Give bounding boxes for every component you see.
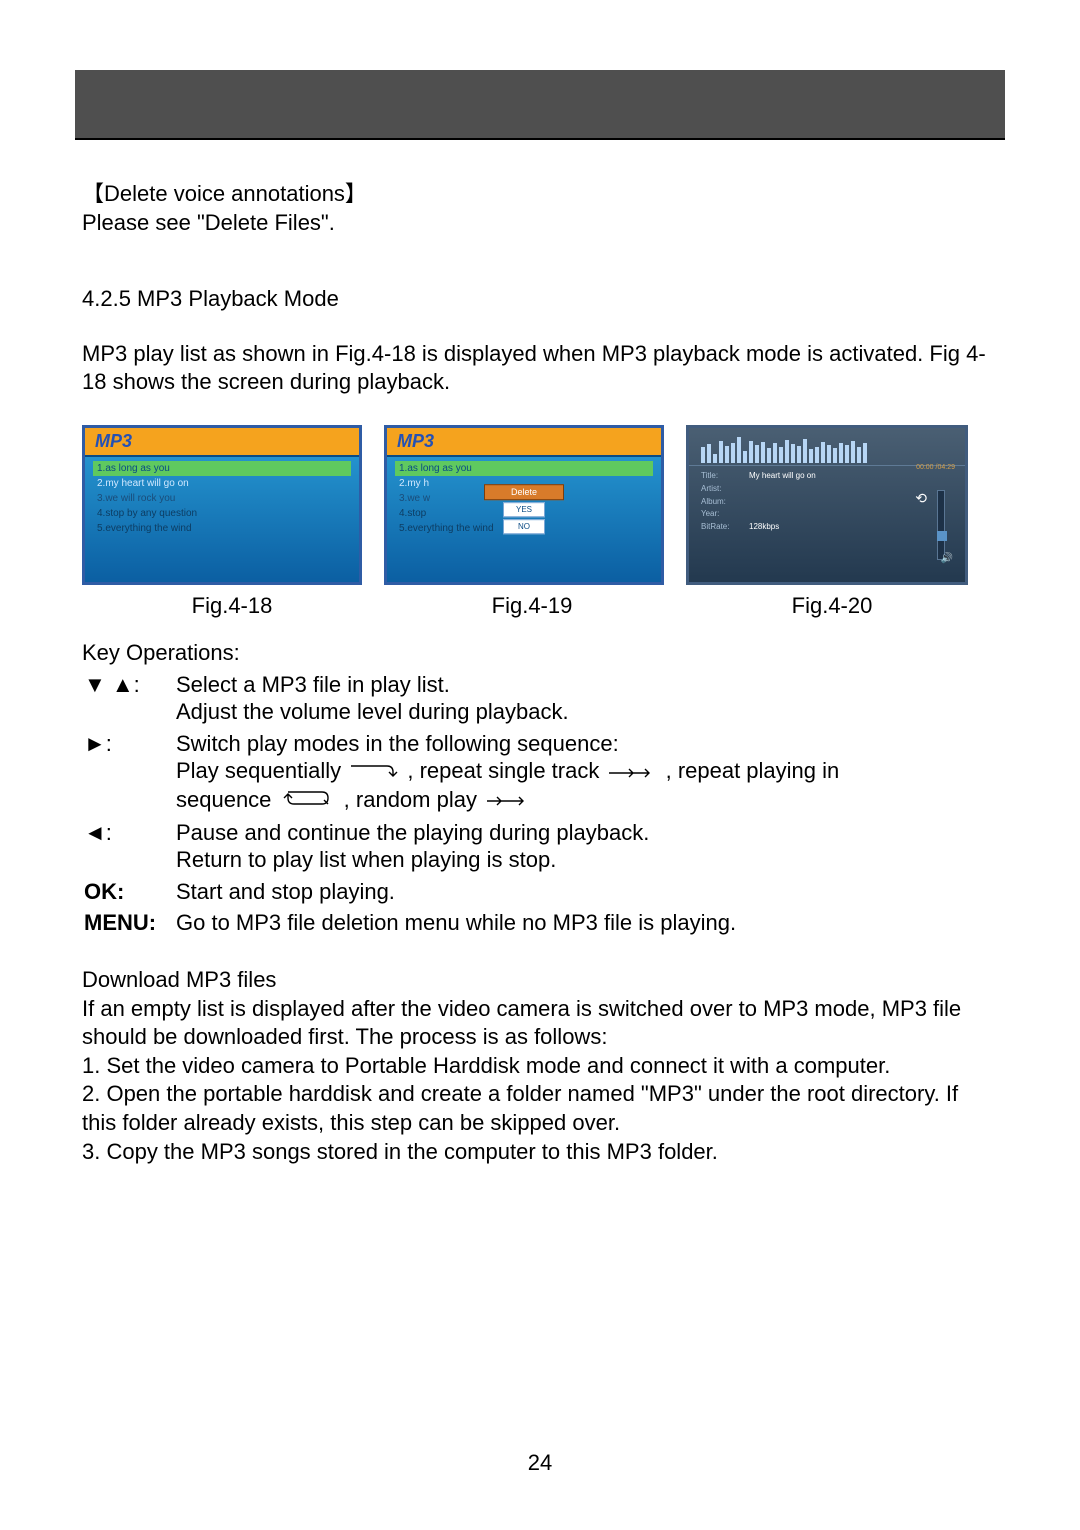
key-description: Select a MP3 file in play list. Adjust t…	[176, 670, 839, 727]
table-row: MENU: Go to MP3 file deletion menu while…	[84, 908, 839, 938]
figure-4-19: MP3 1.as long as you 2.my h 3.we w 4.sto…	[384, 425, 664, 585]
caption: Fig.4-18	[82, 593, 382, 619]
page-content: 【Delete voice annotations】 Please see "D…	[82, 180, 997, 1166]
download-step: 2. Open the portable harddisk and create…	[82, 1080, 997, 1137]
table-row: ►: Switch play modes in the following se…	[84, 729, 839, 816]
topic-title: 【Delete voice annotations】	[82, 180, 997, 209]
repeat-sequence-icon	[278, 787, 338, 815]
repeat-single-icon	[605, 759, 659, 787]
mp3-title: MP3	[85, 428, 359, 457]
meta-key: Album:	[701, 496, 749, 509]
key-description: Switch play modes in the following seque…	[176, 729, 839, 816]
table-row: OK: Start and stop playing.	[84, 877, 839, 907]
key-description: Pause and continue the playing during pl…	[176, 818, 839, 875]
meta-key: Year:	[701, 508, 749, 521]
list-item: 4.stop by any question	[93, 506, 351, 521]
caption: Fig.4-20	[682, 593, 982, 619]
key-symbol: OK:	[84, 877, 174, 907]
yes-button[interactable]: YES	[503, 502, 545, 517]
key-symbol: ▼ ▲:	[84, 670, 174, 727]
key-operations-table: ▼ ▲: Select a MP3 file in play list. Adj…	[82, 668, 841, 940]
playback-time: 00:00 /04:29	[916, 464, 955, 471]
loop-icon: ⟲	[915, 490, 927, 507]
key-symbol: ◄:	[84, 818, 174, 875]
text: Return to play list when playing is stop…	[176, 847, 556, 872]
mp3-title: MP3	[387, 428, 661, 457]
meta-val: 128kbps	[749, 521, 779, 534]
list-item: 1.as long as you	[93, 461, 351, 476]
text: , repeat single track	[407, 758, 599, 783]
delete-dialog: Delete YES NO	[484, 484, 564, 536]
table-row: ▼ ▲: Select a MP3 file in play list. Adj…	[84, 670, 839, 727]
text: MENU:	[84, 910, 156, 935]
section-description: MP3 play list as shown in Fig.4-18 is di…	[82, 340, 997, 397]
table-row: ◄: Pause and continue the playing during…	[84, 818, 839, 875]
meta-key: BitRate:	[701, 521, 749, 534]
list-item: 3.we will rock you	[93, 491, 351, 506]
text: Select a MP3 file in play list.	[176, 672, 450, 697]
download-step: 3. Copy the MP3 songs stored in the comp…	[82, 1138, 997, 1167]
caption: Fig.4-19	[382, 593, 682, 619]
page-number: 24	[0, 1450, 1080, 1476]
no-button[interactable]: NO	[503, 519, 545, 534]
meta-key: Title:	[701, 470, 749, 483]
figure-captions: Fig.4-18 Fig.4-19 Fig.4-20	[82, 593, 997, 619]
text: Play sequentially	[176, 758, 341, 783]
text: Adjust the volume level during playback.	[176, 699, 569, 724]
download-heading: Download MP3 files	[82, 966, 997, 995]
text: Pause and continue the playing during pl…	[176, 820, 649, 845]
sequential-icon	[347, 759, 401, 787]
key-symbol: ►:	[84, 729, 174, 816]
list-item: 2.my heart will go on	[93, 476, 351, 491]
text: sequence	[176, 787, 271, 812]
spectrum-visualizer	[689, 428, 965, 466]
list-item: 1.as long as you	[395, 461, 653, 476]
meta-key: Artist:	[701, 483, 749, 496]
random-play-icon	[483, 787, 533, 815]
download-step: 1. Set the video camera to Portable Hard…	[82, 1052, 997, 1081]
text: , repeat playing in	[666, 758, 840, 783]
dialog-title: Delete	[484, 484, 564, 500]
text: OK:	[84, 879, 124, 904]
key-ops-heading: Key Operations:	[82, 639, 997, 668]
text: Switch play modes in the following seque…	[176, 731, 619, 756]
key-description: Go to MP3 file deletion menu while no MP…	[176, 908, 839, 938]
mp3-playlist: 1.as long as you 2.my heart will go on 3…	[85, 457, 359, 540]
key-description: Start and stop playing.	[176, 877, 839, 907]
section-heading: 4.2.5 MP3 Playback Mode	[82, 285, 997, 314]
key-symbol: MENU:	[84, 908, 174, 938]
topic-subtitle: Please see "Delete Files".	[82, 209, 997, 238]
figure-4-20: 00:00 /04:29 Title:My heart will go on A…	[686, 425, 968, 585]
list-item: 5.everything the wind	[93, 521, 351, 536]
speaker-icon: 🔊	[941, 553, 953, 564]
delete-voice-annotations-section: 【Delete voice annotations】 Please see "D…	[82, 180, 997, 237]
figures-row: MP3 1.as long as you 2.my heart will go …	[82, 425, 997, 585]
volume-thumb[interactable]	[937, 531, 947, 541]
figure-4-18: MP3 1.as long as you 2.my heart will go …	[82, 425, 362, 585]
header-bar	[75, 70, 1005, 140]
download-intro: If an empty list is displayed after the …	[82, 995, 997, 1052]
volume-slider[interactable]	[937, 490, 945, 560]
text: , random play	[344, 787, 477, 812]
meta-val: My heart will go on	[749, 470, 816, 483]
